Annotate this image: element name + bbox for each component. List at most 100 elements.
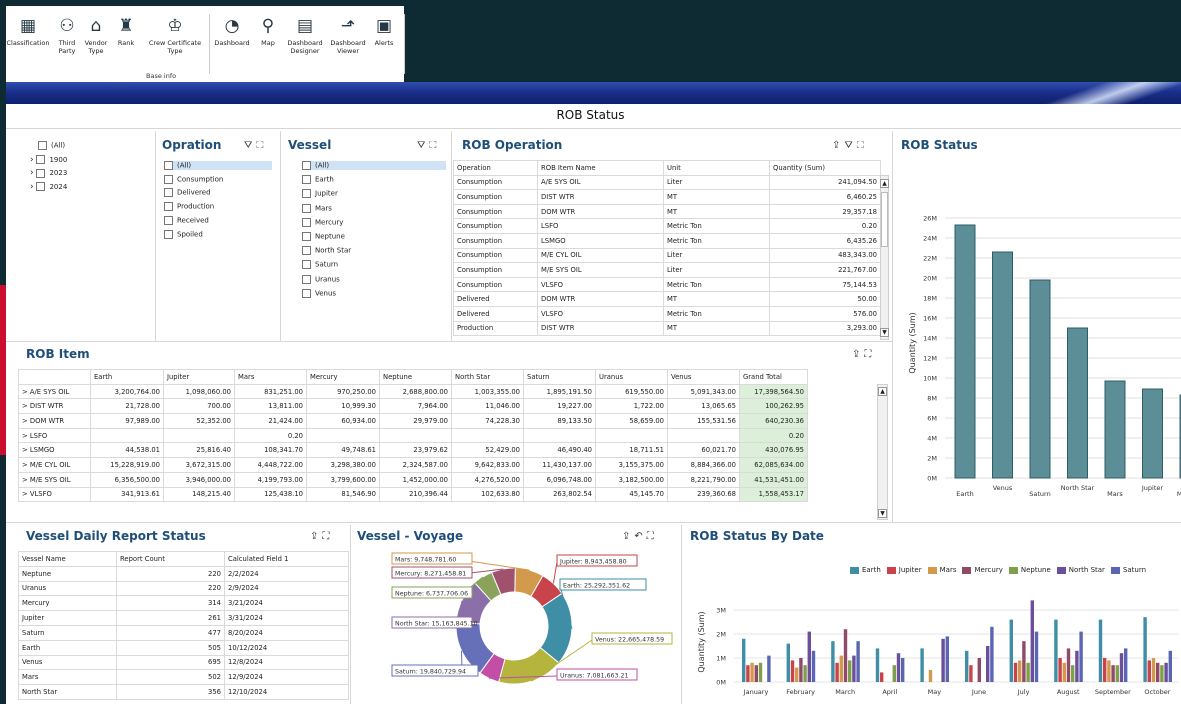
- column-header[interactable]: Mercury: [306, 369, 380, 385]
- bar[interactable]: [1013, 662, 1018, 682]
- table-row[interactable]: Mars 502 12/9/2024: [18, 669, 349, 686]
- maximize-icon[interactable]: ⛶: [647, 531, 658, 542]
- bar[interactable]: [1124, 648, 1128, 682]
- column-header[interactable]: Operation: [453, 160, 538, 176]
- table-row[interactable]: > A/E SYS OIL 3,200,764.00 1,098,060.00 831…: [18, 383, 808, 400]
- column-header[interactable]: Neptune: [379, 369, 452, 385]
- table-row[interactable]: Consumption DOM WTR MT 29,357.18: [453, 203, 881, 220]
- filter-item[interactable]: › 1900: [30, 155, 67, 165]
- checkbox[interactable]: [302, 217, 311, 227]
- rob-item-scrollbar[interactable]: ▲ ▼: [877, 384, 888, 520]
- expand-row-icon[interactable]: >: [22, 446, 30, 454]
- table-row[interactable]: Uranus 220 2/9/2024: [18, 580, 349, 597]
- scroll-up-icon[interactable]: ▲: [880, 179, 889, 188]
- filter-item[interactable]: Consumption: [164, 174, 272, 184]
- export-icon[interactable]: ⇪: [310, 531, 322, 542]
- checkbox[interactable]: [164, 174, 173, 184]
- bar[interactable]: [977, 658, 981, 682]
- column-header[interactable]: ROB Item Name: [537, 160, 664, 176]
- legend-item[interactable]: Jupiter: [886, 566, 922, 574]
- table-row[interactable]: > M/E CYL OIL 15,228,919.00 3,672,315.00 4,…: [18, 457, 808, 473]
- bar[interactable]: [920, 648, 924, 682]
- expand-row-icon[interactable]: >: [22, 476, 30, 484]
- bar[interactable]: [1115, 665, 1119, 682]
- maximize-icon[interactable]: ⛶: [857, 140, 868, 151]
- clear-filter-icon[interactable]: ⛛: [844, 140, 856, 151]
- bar[interactable]: [965, 650, 969, 682]
- maximize-icon[interactable]: ⛶: [429, 140, 440, 151]
- ribbon-button-9[interactable]: ▣ Alerts: [371, 16, 397, 47]
- table-row[interactable]: Delivered VLSFO Metric Ton 576.00: [453, 305, 881, 322]
- ribbon-button-3[interactable]: ♜ Rank: [112, 16, 140, 47]
- checkbox[interactable]: [164, 215, 173, 225]
- table-row[interactable]: North Star 356 12/10/2024: [18, 684, 349, 700]
- checkbox[interactable]: [164, 229, 173, 239]
- export-icon[interactable]: ⇪: [832, 140, 844, 151]
- bar[interactable]: [1054, 619, 1058, 682]
- table-row[interactable]: > VLSFO 341,913.61 148,215.40 125,438.10 81,…: [18, 486, 808, 503]
- legend-item[interactable]: Mars: [927, 566, 956, 574]
- ribbon-button-7[interactable]: ▤ Dashboard Designer: [285, 16, 325, 55]
- expand-row-icon[interactable]: >: [22, 417, 30, 425]
- bar[interactable]: [954, 224, 976, 479]
- bar[interactable]: [1119, 653, 1124, 682]
- legend-item[interactable]: Mercury: [962, 566, 1003, 574]
- bar[interactable]: [767, 655, 771, 682]
- column-header[interactable]: Uranus: [595, 369, 668, 385]
- bar[interactable]: [945, 636, 949, 682]
- filter-item[interactable]: › 2023: [30, 168, 67, 178]
- bar[interactable]: [1075, 650, 1079, 682]
- checkbox[interactable]: [38, 141, 47, 150]
- table-row[interactable]: Consumption VLSFO Metric Ton 75,144.53: [453, 276, 881, 293]
- ribbon-button-0[interactable]: ▦ Classification: [6, 16, 50, 47]
- bar[interactable]: [807, 631, 811, 682]
- checkbox[interactable]: [164, 161, 173, 170]
- column-header[interactable]: Jupiter: [163, 369, 235, 385]
- bar[interactable]: [896, 653, 901, 682]
- bar[interactable]: [1058, 658, 1062, 682]
- table-row[interactable]: Venus 695 12/8/2024: [18, 654, 349, 671]
- checkbox[interactable]: [164, 188, 173, 198]
- bar[interactable]: [803, 665, 807, 682]
- table-row[interactable]: Delivered DOM WTR MT 50.00: [453, 291, 881, 307]
- table-row[interactable]: Consumption M/E SYS OIL Liter 221,767.00: [453, 262, 881, 278]
- filter-item[interactable]: (All): [38, 141, 65, 150]
- bar[interactable]: [1029, 279, 1051, 479]
- table-row[interactable]: > DOM WTR 97,989.00 52,352.00 21,424.00 60,9…: [18, 413, 808, 429]
- export-icon[interactable]: ⇪: [852, 349, 864, 360]
- rob-operation-scrollbar[interactable]: ▲ ▼: [880, 175, 889, 340]
- checkbox[interactable]: [302, 203, 311, 213]
- filter-item[interactable]: Saturn: [302, 260, 446, 270]
- bar[interactable]: [795, 667, 799, 682]
- column-header[interactable]: Quantity (Sum): [769, 160, 881, 176]
- bar[interactable]: [1079, 631, 1083, 682]
- bar[interactable]: [742, 638, 746, 682]
- filter-item[interactable]: Production: [164, 202, 272, 212]
- column-header[interactable]: Earth: [90, 369, 164, 385]
- checkbox[interactable]: [302, 189, 311, 199]
- bar[interactable]: [1104, 380, 1126, 479]
- ribbon-button-5[interactable]: ◔ Dashboard: [212, 16, 252, 47]
- scroll-up-icon[interactable]: ▲: [878, 387, 887, 396]
- checkbox[interactable]: [302, 274, 311, 284]
- ribbon-button-6[interactable]: ⚲ Map: [255, 16, 281, 47]
- table-row[interactable]: Consumption LSMGO Metric Ton 6,435.26: [453, 232, 881, 249]
- table-row[interactable]: Jupiter 261 3/31/2024: [18, 610, 349, 626]
- checkbox[interactable]: [302, 288, 311, 298]
- table-row[interactable]: Production DIST WTR MT 3,293.00: [453, 320, 881, 337]
- bar[interactable]: [1142, 388, 1163, 479]
- table-row[interactable]: > DIST WTR 21,728.00 700.00 13,811.00 10,999…: [18, 398, 808, 415]
- filter-item[interactable]: › 2024: [30, 182, 67, 192]
- column-header[interactable]: Saturn: [523, 369, 596, 385]
- bar[interactable]: [901, 658, 905, 682]
- column-header[interactable]: North Star: [451, 369, 524, 385]
- scroll-down-icon[interactable]: ▼: [880, 328, 889, 337]
- scroll-thumb[interactable]: [881, 192, 888, 247]
- clear-filter-icon[interactable]: ⛛: [417, 140, 429, 151]
- bar[interactable]: [758, 662, 763, 682]
- column-header[interactable]: Grand Total: [739, 369, 808, 385]
- column-header[interactable]: Unit: [663, 160, 770, 176]
- bar[interactable]: [754, 665, 758, 682]
- checkbox[interactable]: [302, 175, 311, 185]
- table-row[interactable]: Consumption M/E CYL OIL Liter 483,343.00: [453, 247, 881, 264]
